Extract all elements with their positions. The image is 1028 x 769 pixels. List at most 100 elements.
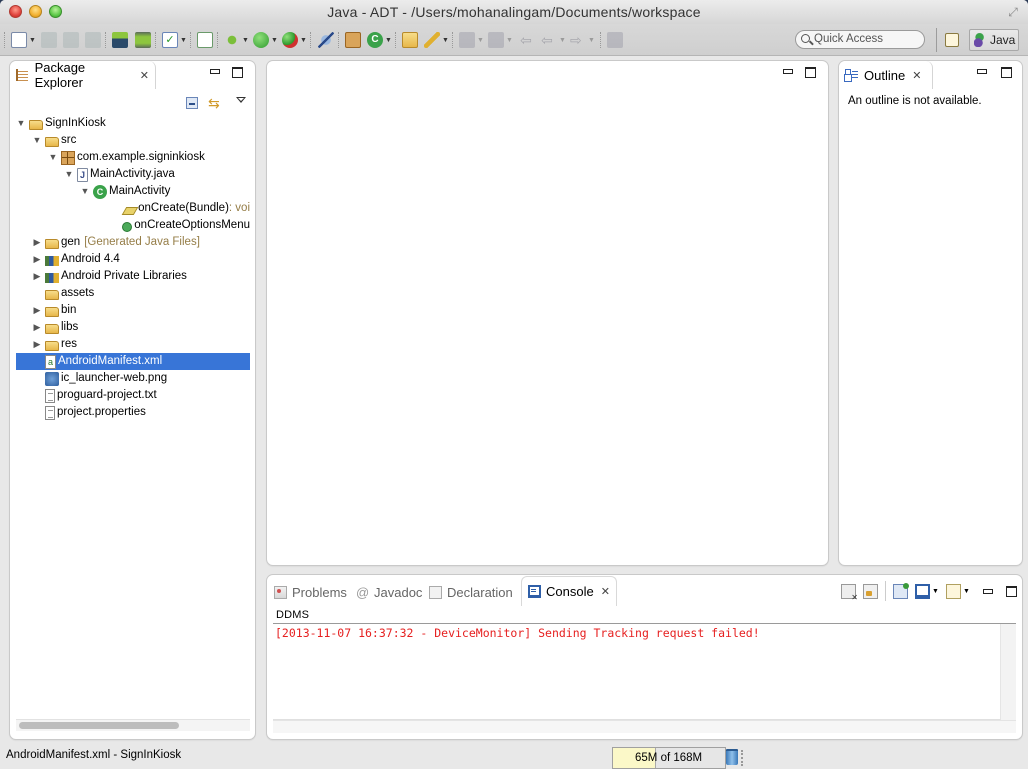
collapse-twisty-icon[interactable]: ▶: [32, 319, 42, 336]
close-tab-icon[interactable]: ✕: [912, 69, 921, 82]
back-button[interactable]: ⇦ ▼: [541, 31, 566, 49]
last-edit-button[interactable]: ⇦: [520, 31, 536, 49]
pin-console-icon[interactable]: [893, 582, 909, 599]
next-annotation-button[interactable]: ▼: [459, 31, 484, 49]
debug-button[interactable]: ▼: [224, 31, 249, 49]
skip-breakpoints-button[interactable]: [318, 31, 334, 49]
tab-console[interactable]: Console ✕: [521, 576, 617, 606]
chevron-down-icon[interactable]: ▼: [385, 37, 392, 44]
trash-icon[interactable]: [726, 749, 738, 765]
close-tab-icon[interactable]: ✕: [140, 69, 149, 82]
heap-status[interactable]: 65M of 168M: [612, 747, 726, 769]
fullscreen-icon[interactable]: ⤢: [1006, 5, 1020, 19]
tree-item[interactable]: ▼ src: [16, 132, 250, 149]
chevron-down-icon[interactable]: ▼: [963, 588, 970, 595]
tree-item[interactable]: ▶ Android Private Libraries: [16, 268, 250, 285]
status-grip[interactable]: [741, 750, 743, 766]
new-android-xml-button[interactable]: [197, 31, 213, 49]
tab-declaration[interactable]: Declaration: [429, 578, 513, 606]
android-avd-manager-button[interactable]: [135, 31, 151, 49]
tree-item[interactable]: ▼ SignInKiosk: [16, 115, 250, 132]
open-console-icon[interactable]: [945, 583, 961, 599]
open-perspective-button[interactable]: [945, 33, 961, 49]
display-console-icon[interactable]: [915, 583, 930, 599]
save-button[interactable]: [41, 31, 57, 49]
run-button[interactable]: ▼: [253, 31, 278, 49]
tree-item[interactable]: a AndroidManifest.xml: [16, 353, 250, 370]
tree-item[interactable]: ▶ libs: [16, 319, 250, 336]
expand-twisty-icon[interactable]: ▼: [16, 115, 26, 132]
tree-item[interactable]: ic_launcher-web.png: [16, 370, 250, 387]
tab-javadoc[interactable]: @ Javadoc: [356, 578, 422, 606]
minimize-editor-button[interactable]: [783, 69, 793, 74]
expand-twisty-icon[interactable]: ▼: [80, 183, 90, 200]
horizontal-scrollbar[interactable]: [273, 720, 1016, 733]
chevron-down-icon[interactable]: ▼: [300, 37, 307, 44]
android-sdk-manager-button[interactable]: [112, 31, 128, 49]
chevron-down-icon[interactable]: ▼: [180, 37, 187, 44]
open-type-button[interactable]: [402, 31, 418, 49]
chevron-down-icon[interactable]: ▼: [588, 37, 595, 44]
tree-item[interactable]: ▶ res: [16, 336, 250, 353]
expand-twisty-icon[interactable]: ▼: [32, 132, 42, 149]
collapse-twisty-icon[interactable]: ▶: [32, 268, 42, 285]
tree-item[interactable]: ▼ C MainActivity: [16, 183, 250, 200]
tree-item[interactable]: ▼ com.example.signinkiosk: [16, 149, 250, 166]
chevron-down-icon[interactable]: ▼: [242, 37, 249, 44]
vertical-scrollbar[interactable]: [1001, 624, 1016, 720]
tree-item[interactable]: ▶ Android 4.4: [16, 251, 250, 268]
pin-editor-button[interactable]: [607, 31, 623, 49]
minimize-view-button[interactable]: [977, 69, 987, 74]
tree-item[interactable]: proguard-project.txt: [16, 387, 250, 404]
chevron-down-icon[interactable]: ▼: [559, 37, 566, 44]
tab-problems[interactable]: Problems: [274, 578, 347, 606]
tree-item[interactable]: onCreateOptionsMenu: [16, 217, 250, 234]
tree-item[interactable]: ▶ gen [Generated Java Files]: [16, 234, 250, 251]
minimize-window-button[interactable]: [29, 5, 42, 18]
close-window-button[interactable]: [9, 5, 22, 18]
collapse-twisty-icon[interactable]: ▶: [32, 336, 42, 353]
chevron-down-icon[interactable]: ▼: [506, 37, 513, 44]
new-java-package-button[interactable]: [345, 31, 361, 49]
minimize-view-button[interactable]: [982, 588, 993, 594]
external-tools-button[interactable]: ▼: [282, 31, 307, 49]
expand-twisty-icon[interactable]: ▼: [48, 149, 58, 166]
tree-item[interactable]: project.properties: [16, 404, 250, 421]
expand-twisty-icon[interactable]: ▼: [64, 166, 74, 183]
maximize-view-button[interactable]: [232, 67, 243, 78]
new-java-class-button[interactable]: C ▼: [367, 31, 392, 49]
maximize-view-button[interactable]: [1005, 585, 1017, 597]
tree-item[interactable]: assets: [16, 285, 250, 302]
print-button[interactable]: [85, 31, 101, 49]
collapse-twisty-icon[interactable]: ▶: [32, 234, 42, 251]
zoom-window-button[interactable]: [49, 5, 62, 18]
clear-console-icon[interactable]: [841, 583, 858, 602]
save-all-button[interactable]: [63, 31, 79, 49]
collapse-all-icon[interactable]: [186, 97, 198, 109]
maximize-view-button[interactable]: [1001, 67, 1012, 78]
tab-package-explorer[interactable]: Package Explorer ✕: [10, 60, 156, 90]
close-tab-icon[interactable]: ✕: [601, 585, 610, 598]
minimize-view-button[interactable]: [210, 69, 220, 74]
new-wizard-button[interactable]: ▼: [11, 31, 36, 49]
chevron-down-icon[interactable]: ▼: [932, 588, 939, 595]
chevron-down-icon[interactable]: ▼: [271, 37, 278, 44]
maximize-editor-button[interactable]: [805, 67, 816, 78]
java-perspective-button[interactable]: Java: [969, 29, 1019, 51]
lint-check-button[interactable]: ✓ ▼: [162, 31, 187, 49]
horizontal-scrollbar[interactable]: [16, 719, 250, 731]
link-with-editor-icon[interactable]: ⇆: [208, 96, 220, 110]
tree-item[interactable]: ▶ bin: [16, 302, 250, 319]
collapse-twisty-icon[interactable]: ▶: [32, 251, 42, 268]
prev-annotation-button[interactable]: ▼: [488, 31, 513, 49]
quick-access-input[interactable]: Quick Access: [795, 30, 925, 49]
chevron-down-icon[interactable]: ▼: [477, 37, 484, 44]
console-output[interactable]: [2013-11-07 16:37:32 - DeviceMonitor] Se…: [273, 624, 1001, 720]
view-menu-icon[interactable]: [236, 97, 246, 103]
tab-outline[interactable]: Outline ✕: [839, 61, 933, 89]
forward-button[interactable]: ⇨ ▼: [570, 31, 595, 49]
chevron-down-icon[interactable]: ▼: [29, 37, 36, 44]
chevron-down-icon[interactable]: ▼: [442, 37, 449, 44]
collapse-twisty-icon[interactable]: ▶: [32, 302, 42, 319]
scrollbar-thumb[interactable]: [19, 722, 179, 729]
